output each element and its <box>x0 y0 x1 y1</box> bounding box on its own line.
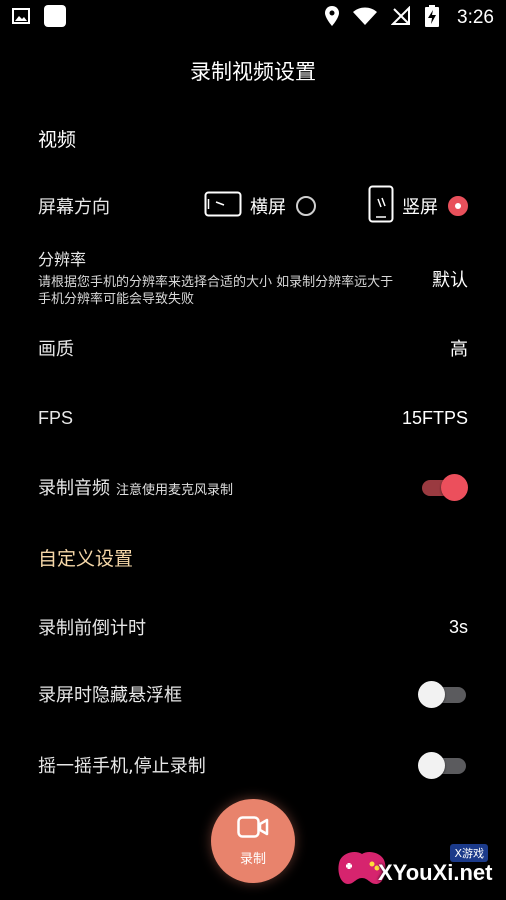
portrait-phone-icon <box>368 185 394 227</box>
status-time: 3:26 <box>457 7 494 28</box>
audio-row: 录制音频 注意使用麦克风录制 <box>38 472 468 502</box>
image-notification-icon <box>12 8 30 28</box>
quality-row[interactable]: 画质 高 <box>38 334 468 362</box>
status-left <box>12 5 66 31</box>
status-bar: 3:26 <box>0 0 506 36</box>
section-header-custom: 自定义设置 <box>38 548 134 570</box>
watermark-big-text: XYouXi.net <box>378 860 493 885</box>
resolution-description: 请根据您手机的分辨率来选择合适的大小 如录制分辨率远大于手机分辨率可能会导致失败 <box>38 275 394 307</box>
shake-stop-row: 摇一摇手机,停止录制 <box>38 750 468 780</box>
hide-float-toggle[interactable] <box>418 680 468 708</box>
fps-value: 15FTPS <box>401 407 468 428</box>
portrait-label: 竖屏 <box>402 197 438 218</box>
landscape-phone-icon <box>204 191 242 221</box>
countdown-row[interactable]: 录制前倒计时 3s <box>38 613 468 641</box>
countdown-value: 3s <box>448 616 468 637</box>
orientation-label: 屏幕方向 <box>38 197 110 218</box>
record-button[interactable]: 录制 <box>211 799 295 883</box>
portrait-radio[interactable] <box>448 196 468 216</box>
audio-toggle[interactable] <box>418 473 468 501</box>
page-title: 录制视频设置 <box>190 60 316 84</box>
audio-hint: 注意使用麦克风录制 <box>116 483 234 498</box>
landscape-radio[interactable] <box>296 196 316 216</box>
quality-value: 高 <box>450 339 468 359</box>
section-header-video: 视频 <box>38 129 77 151</box>
watermark: X游戏 XYouXi.net <box>334 838 500 894</box>
wifi-icon <box>353 7 378 29</box>
landscape-option[interactable]: 横屏 <box>204 191 368 221</box>
resolution-value: 默认 <box>432 270 468 291</box>
landscape-label: 横屏 <box>250 197 286 218</box>
record-label: 录制 <box>239 851 266 867</box>
hide-float-label: 录屏时隐藏悬浮框 <box>38 685 182 706</box>
audio-text: 录制音频 注意使用麦克风录制 <box>38 474 233 500</box>
quality-label: 画质 <box>38 339 74 360</box>
countdown-label: 录制前倒计时 <box>38 618 146 639</box>
shake-stop-label: 摇一摇手机,停止录制 <box>38 756 206 777</box>
orientation-options: 横屏 竖屏 <box>204 185 468 227</box>
shake-stop-toggle[interactable] <box>418 751 468 779</box>
hide-float-row: 录屏时隐藏悬浮框 <box>38 679 468 709</box>
status-right: 3:26 <box>325 5 494 31</box>
no-sim-icon <box>390 5 411 30</box>
audio-label: 录制音频 <box>38 478 110 499</box>
video-camera-icon <box>237 815 269 842</box>
resolution-label: 分辨率 <box>38 250 87 269</box>
app-notification-icon <box>44 5 66 31</box>
fps-row[interactable]: FPS 15FTPS <box>38 404 468 432</box>
resolution-row[interactable]: 分辨率 请根据您手机的分辨率来选择合适的大小 如录制分辨率远大于手机分辨率可能会… <box>38 246 468 308</box>
battery-charging-icon <box>425 5 440 31</box>
fps-label: FPS <box>38 407 74 428</box>
location-icon <box>325 6 340 30</box>
orientation-row: 屏幕方向 横屏 竖屏 <box>38 185 468 227</box>
portrait-option[interactable]: 竖屏 <box>368 185 468 227</box>
